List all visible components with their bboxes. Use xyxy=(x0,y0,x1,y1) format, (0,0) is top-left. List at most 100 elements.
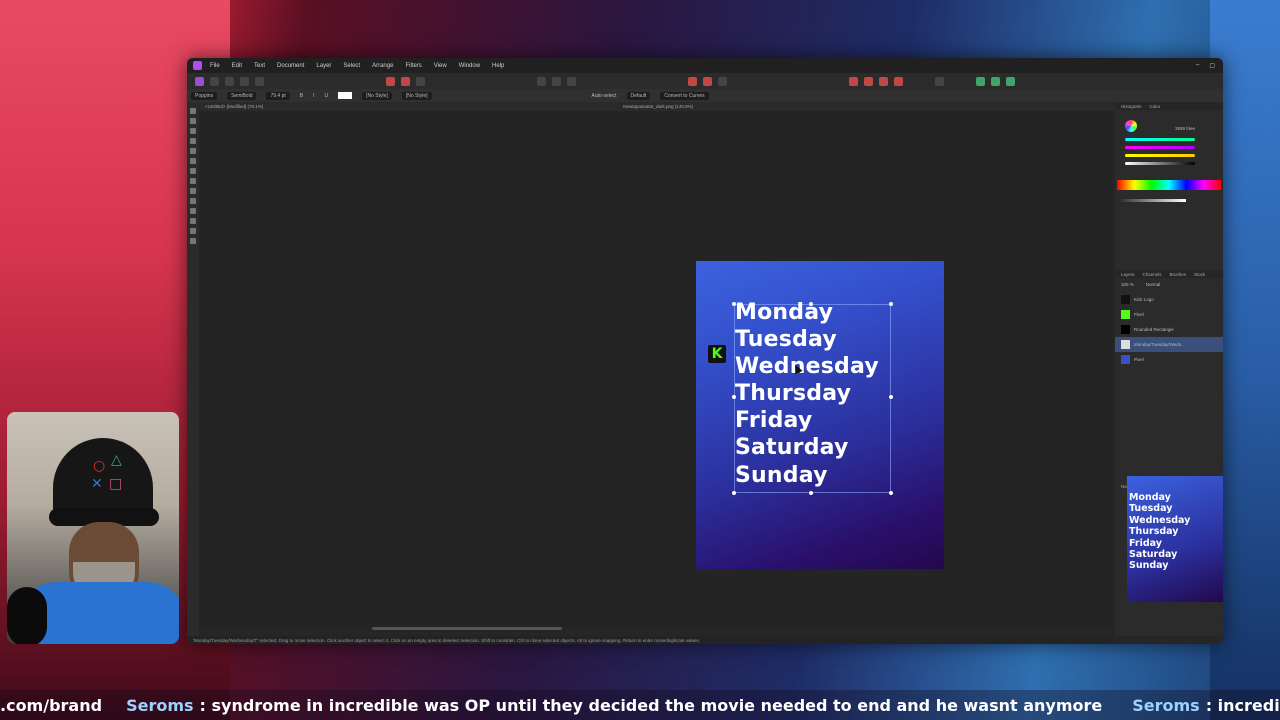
menu-text[interactable]: Text xyxy=(254,63,265,69)
toolbar-button[interactable] xyxy=(567,76,576,86)
crop-tool-icon[interactable] xyxy=(190,138,196,144)
tab-layers[interactable]: Layers xyxy=(1121,272,1135,277)
auto-select-label: Auto-select xyxy=(591,92,617,99)
layer-thumbnail xyxy=(1121,310,1130,319)
minimize-icon[interactable]: – xyxy=(1196,62,1199,69)
layer-name: Pixel xyxy=(1134,357,1144,362)
pixel-persona-button[interactable] xyxy=(210,76,219,86)
artboard-tool-icon[interactable] xyxy=(190,128,196,134)
layer-row[interactable]: Pixel xyxy=(1115,352,1223,367)
layer-opacity-field[interactable]: 100 % xyxy=(1121,282,1134,287)
brush-tool-icon[interactable] xyxy=(190,168,196,174)
italic-button[interactable]: I xyxy=(313,93,314,99)
day-saturday: Saturday xyxy=(735,435,849,461)
menu-layer[interactable]: Layer xyxy=(316,63,331,69)
black-slider[interactable] xyxy=(1125,162,1195,165)
toolbar-button[interactable] xyxy=(879,76,888,86)
toolbar-button[interactable] xyxy=(537,76,546,86)
tab-channels[interactable]: Channels xyxy=(1143,272,1162,277)
text-color-swatch[interactable] xyxy=(338,92,353,99)
toolbar-button[interactable] xyxy=(718,76,727,86)
opacity-slider[interactable] xyxy=(1121,199,1186,202)
color-spectrum[interactable] xyxy=(1117,180,1221,190)
tab-avatar-png[interactable]: Newtapoavatar_dark.png (140.8%) xyxy=(623,104,693,109)
magenta-slider[interactable] xyxy=(1125,146,1195,149)
menu-help[interactable]: Help xyxy=(492,63,504,69)
zoom-tool-icon[interactable] xyxy=(190,238,196,244)
toolbar-button[interactable] xyxy=(849,76,858,86)
menu-arrange[interactable]: Arrange xyxy=(372,63,393,69)
toolbar-button[interactable] xyxy=(552,76,561,86)
transparency-tool-icon[interactable] xyxy=(190,198,196,204)
selection-handle[interactable] xyxy=(809,491,813,495)
font-style-select[interactable]: SemiBold xyxy=(227,91,257,100)
tab-color[interactable]: Color xyxy=(1150,104,1161,109)
yellow-slider[interactable] xyxy=(1125,154,1195,157)
toolbar-button[interactable] xyxy=(894,76,903,86)
pen-tool-icon[interactable] xyxy=(190,148,196,154)
convert-to-curves-button[interactable]: Convert to Curves xyxy=(660,91,709,100)
selection-handle[interactable] xyxy=(732,491,736,495)
toolbar-button[interactable] xyxy=(386,76,395,86)
app-logo-icon[interactable] xyxy=(193,61,202,70)
menu-filters[interactable]: Filters xyxy=(405,63,421,69)
kick-logo[interactable]: K xyxy=(708,345,726,363)
eyedropper-tool-icon[interactable] xyxy=(190,228,196,234)
pencil-tool-icon[interactable] xyxy=(190,158,196,164)
menu-select[interactable]: Select xyxy=(343,63,360,69)
paragraph-style-select[interactable]: [No Style] xyxy=(362,91,392,100)
color-wheel-icon[interactable] xyxy=(1125,120,1137,132)
navigator-preview[interactable]: Monday Tuesday Wednesday Thursday Friday… xyxy=(1127,476,1223,602)
toolbar-button[interactable] xyxy=(991,76,1000,86)
tab-stock[interactable]: Stock xyxy=(1194,272,1205,277)
layer-row-selected[interactable]: Monday/Tuesday/Wedn... xyxy=(1115,337,1223,352)
toolbar-button[interactable] xyxy=(240,76,249,86)
toolbar-button[interactable] xyxy=(401,76,410,86)
tab-untitled[interactable]: <Untitled> [Modified] (76.1%) xyxy=(205,104,263,109)
blend-mode-select[interactable]: Normal xyxy=(1146,282,1161,287)
weekday-text-frame[interactable]: Monday Tuesday Wednesday Thursday Friday… xyxy=(735,299,890,489)
horizontal-scrollbar[interactable] xyxy=(372,627,562,630)
menu-window[interactable]: Window xyxy=(459,63,480,69)
main-toolbar xyxy=(187,73,1223,89)
layer-row[interactable]: Kick Logo xyxy=(1115,292,1223,307)
toolbar-button[interactable] xyxy=(864,76,873,86)
toolbar-button[interactable] xyxy=(976,76,985,86)
font-size-input[interactable]: 79.4 pt xyxy=(266,91,290,100)
auto-select-dropdown[interactable]: Default xyxy=(626,91,651,100)
artboard[interactable]: K Monday Tuesday Wednesday Thursday Frid… xyxy=(696,261,944,569)
menu-edit[interactable]: Edit xyxy=(232,63,242,69)
export-persona-button[interactable] xyxy=(225,76,234,86)
chat-message: incredibles* xyxy=(1217,695,1280,715)
menu-document[interactable]: Document xyxy=(277,63,304,69)
toolbar-button[interactable] xyxy=(255,76,264,86)
layer-row[interactable]: Pixel xyxy=(1115,307,1223,322)
layer-row[interactable]: Rounded Rectangle xyxy=(1115,322,1223,337)
toolbar-button[interactable] xyxy=(935,76,944,86)
shape-tool-icon[interactable] xyxy=(190,208,196,214)
character-style-select[interactable]: [No Style] xyxy=(401,91,432,100)
gradient-tool-icon[interactable] xyxy=(190,188,196,194)
color-hex-field[interactable]: 3939 f4ee xyxy=(1175,126,1195,131)
tab-brushes[interactable]: Brushes xyxy=(1170,272,1187,277)
menu-file[interactable]: File xyxy=(210,63,220,69)
toolbar-button[interactable] xyxy=(703,76,712,86)
maximize-icon[interactable]: ▢ xyxy=(1209,62,1215,69)
cyan-slider[interactable] xyxy=(1125,138,1195,141)
layer-thumbnail xyxy=(1121,325,1130,334)
canvas-area[interactable]: K Monday Tuesday Wednesday Thursday Frid… xyxy=(199,111,1114,628)
text-tool-icon[interactable] xyxy=(190,218,196,224)
menu-view[interactable]: View xyxy=(434,63,447,69)
tab-histogram[interactable]: Histogram xyxy=(1121,104,1142,109)
designer-persona-button[interactable] xyxy=(195,76,204,86)
underline-button[interactable]: U xyxy=(325,93,329,99)
toolbar-button[interactable] xyxy=(688,76,697,86)
node-tool-icon[interactable] xyxy=(190,118,196,124)
fill-tool-icon[interactable] xyxy=(190,178,196,184)
selection-handle[interactable] xyxy=(889,491,893,495)
toolbar-button[interactable] xyxy=(1006,76,1015,86)
move-tool-icon[interactable] xyxy=(190,108,196,114)
bold-button[interactable]: B xyxy=(300,93,303,99)
font-family-select[interactable]: Poppins xyxy=(191,91,218,100)
toolbar-button[interactable] xyxy=(416,76,425,86)
